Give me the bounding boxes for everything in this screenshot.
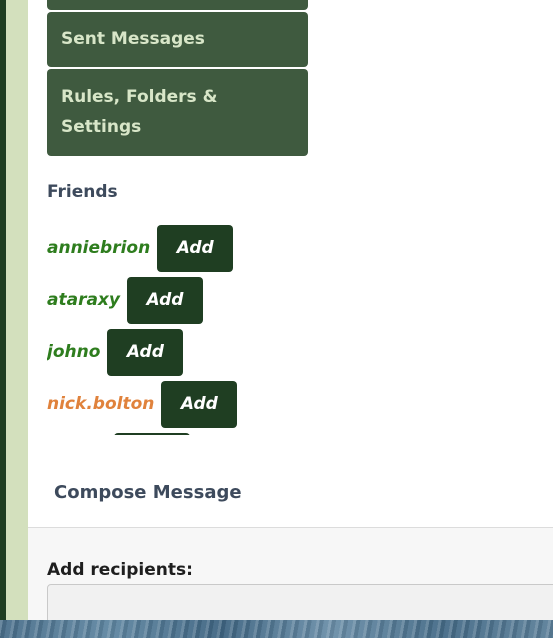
nav-item-rules-folders-settings[interactable]: Rules, Folders & Settings xyxy=(47,69,308,156)
friend-link[interactable]: anniebrion xyxy=(47,238,150,258)
background-image-strip xyxy=(0,620,553,638)
add-friend-button[interactable]: Add xyxy=(161,380,238,428)
nav-item-sent-messages[interactable]: Sent Messages xyxy=(47,12,308,67)
nav-item-label: Sent Messages xyxy=(61,29,205,49)
add-friend-button[interactable]: Add xyxy=(107,328,184,376)
friend-link[interactable]: nick.bolton xyxy=(47,394,154,414)
compose-message-heading: Compose Message xyxy=(54,482,242,503)
add-recipients-label: Add recipients: xyxy=(47,560,193,580)
nav-item-previous[interactable] xyxy=(47,0,308,10)
add-friend-button[interactable]: Add xyxy=(157,224,234,272)
nav-item-label: Rules, Folders & Settings xyxy=(61,87,218,137)
friend-row: nick.bolton Add xyxy=(47,380,447,428)
friend-row: anniebrion Add xyxy=(47,224,447,272)
friend-row: ataraxy Add xyxy=(47,276,447,324)
add-friend-button[interactable] xyxy=(114,432,190,435)
friend-link[interactable]: ataraxy xyxy=(47,290,120,310)
friend-row-partial xyxy=(47,432,447,435)
recipients-input[interactable] xyxy=(47,584,553,624)
friends-list[interactable]: anniebrion Add ataraxy Add johno Add nic… xyxy=(47,224,447,435)
sidebar-edge-light xyxy=(6,0,28,620)
friend-link[interactable]: johno xyxy=(47,342,100,362)
add-friend-button[interactable]: Add xyxy=(126,276,203,324)
friends-heading: Friends xyxy=(47,182,118,202)
friend-row: johno Add xyxy=(47,328,447,376)
